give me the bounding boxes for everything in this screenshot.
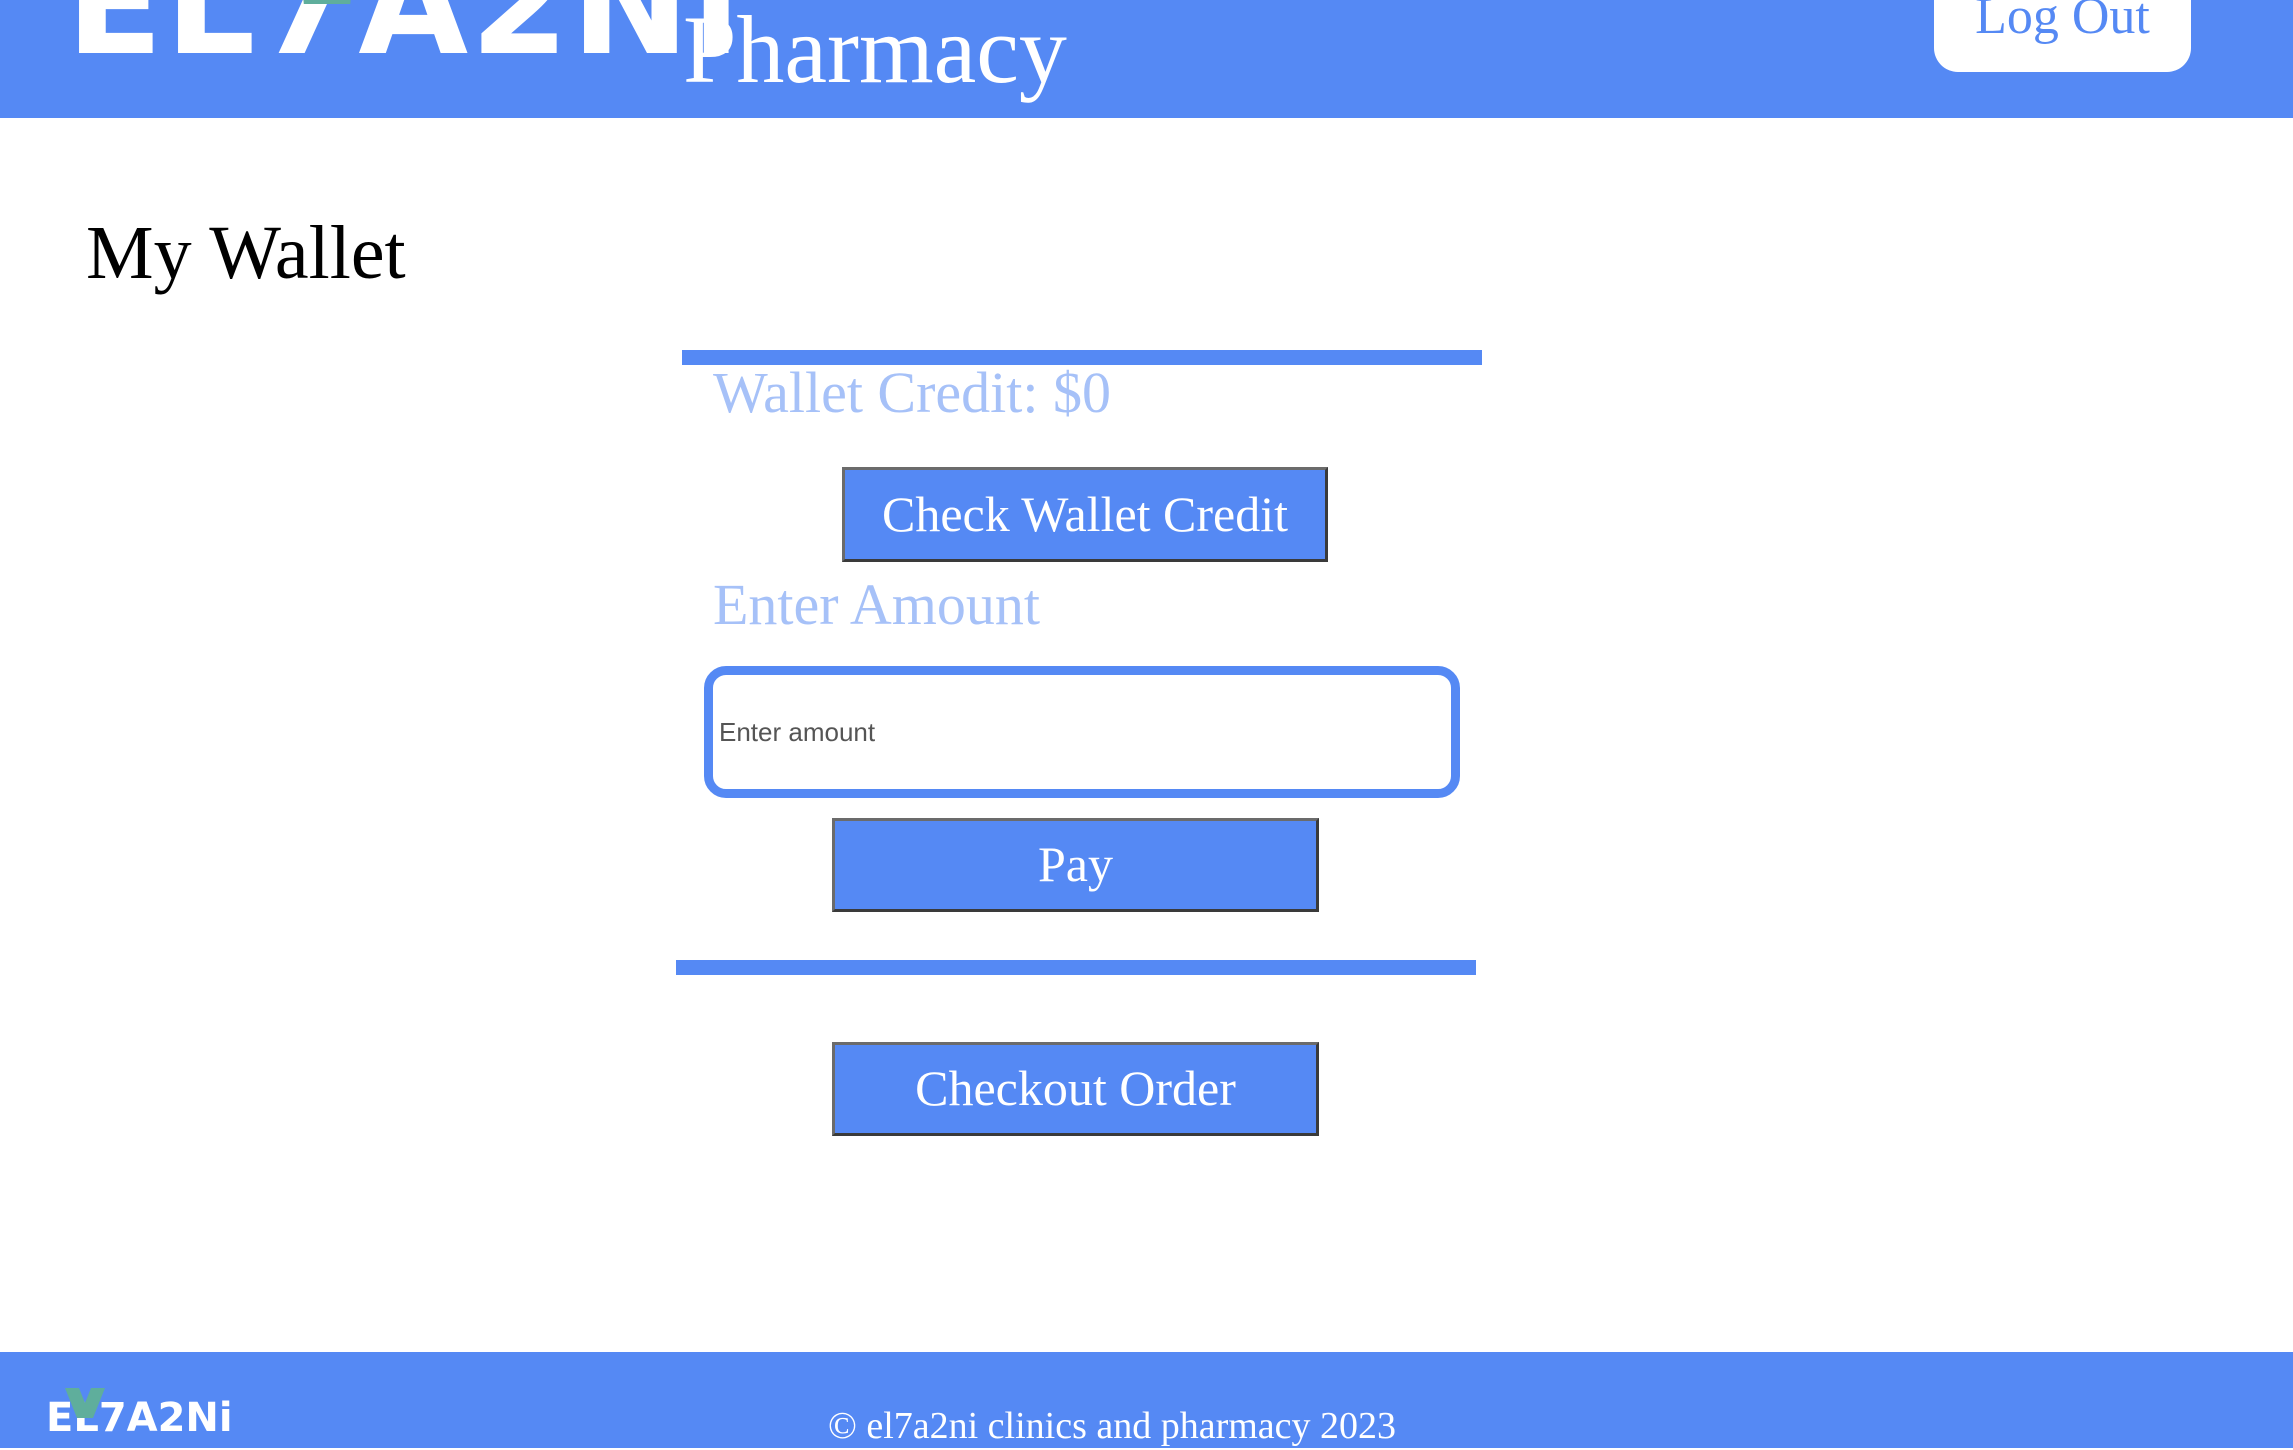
copyright-text: © el7a2ni clinics and pharmacy 2023 bbox=[827, 1405, 1397, 1447]
pay-button[interactable]: Pay bbox=[832, 818, 1319, 912]
logo-mark-icon bbox=[298, 0, 356, 4]
top-header: EL7A2Ni Pharmacy Log Out bbox=[0, 0, 2293, 118]
enter-amount-label: Enter Amount bbox=[713, 572, 1041, 637]
logout-button[interactable]: Log Out bbox=[1934, 0, 2191, 72]
site-logo[interactable]: EL7A2Ni bbox=[66, 0, 743, 76]
wallet-credit-text: Wallet Credit: $0 bbox=[713, 360, 1112, 425]
amount-input[interactable] bbox=[704, 666, 1460, 798]
brand-subtitle: Pharmacy bbox=[683, 0, 1067, 103]
page-footer: EL7A2Ni © el7a2ni clinics and pharmacy 2… bbox=[0, 1352, 2293, 1448]
logo-text: EL7A2Ni bbox=[66, 0, 743, 87]
check-wallet-credit-button[interactable]: Check Wallet Credit bbox=[842, 467, 1328, 562]
page-title: My Wallet bbox=[86, 211, 406, 295]
wallet-divider-bottom bbox=[676, 960, 1476, 975]
checkout-order-button[interactable]: Checkout Order bbox=[832, 1042, 1319, 1136]
